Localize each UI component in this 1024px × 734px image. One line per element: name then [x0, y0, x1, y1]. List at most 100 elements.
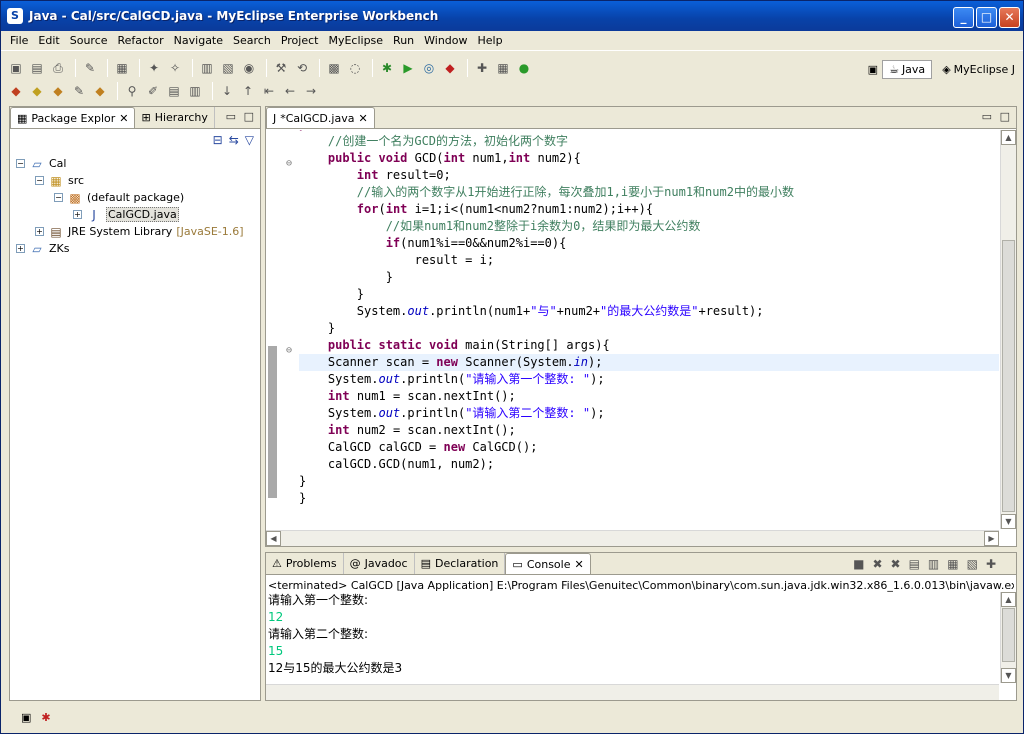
- menu-refactor[interactable]: Refactor: [113, 34, 169, 47]
- tab-console[interactable]: ▭ Console ✕: [505, 553, 591, 574]
- remove-launch-icon[interactable]: ✖: [872, 557, 882, 571]
- globe-icon[interactable]: ◌: [346, 60, 364, 76]
- last-edit-icon[interactable]: ⇤: [260, 83, 278, 99]
- print-icon[interactable]: ⎙: [49, 60, 67, 76]
- coverage-icon[interactable]: ◎: [420, 60, 438, 76]
- prev-annotation-icon[interactable]: ↑: [239, 83, 257, 99]
- new-package-icon[interactable]: ▦: [494, 60, 512, 76]
- new-ejb-icon[interactable]: ◆: [28, 83, 46, 99]
- tab-javadoc[interactable]: @ Javadoc: [344, 553, 415, 574]
- menu-edit[interactable]: Edit: [33, 34, 64, 47]
- scroll-right-icon[interactable]: ▶: [984, 531, 999, 546]
- remove-all-icon[interactable]: ✖: [891, 557, 901, 571]
- title-bar[interactable]: S Java - Cal/src/CalGCD.java - MyEclipse…: [1, 1, 1023, 31]
- expand-toggle-icon[interactable]: +: [73, 210, 82, 219]
- expand-toggle-icon[interactable]: −: [35, 176, 44, 185]
- minimize-view-icon[interactable]: ▭: [982, 110, 992, 123]
- menu-search[interactable]: Search: [228, 34, 276, 47]
- expand-toggle-icon[interactable]: −: [54, 193, 63, 202]
- terminate-icon[interactable]: ■: [853, 557, 864, 571]
- console-vertical-scrollbar[interactable]: ▲ ▼: [1000, 592, 1016, 683]
- tab-declaration[interactable]: ▤ Declaration: [415, 553, 506, 574]
- package-icon[interactable]: ▩: [325, 60, 343, 76]
- expand-toggle-icon[interactable]: +: [35, 227, 44, 236]
- open-type-icon[interactable]: ✦: [145, 60, 163, 76]
- view-menu-icon[interactable]: ▽: [245, 133, 254, 147]
- pin-console-icon[interactable]: ▦: [947, 557, 958, 571]
- pen-icon[interactable]: ✐: [144, 83, 162, 99]
- open-console-icon[interactable]: ✚: [986, 557, 996, 571]
- maximize-button[interactable]: □: [976, 7, 997, 28]
- fold-icon[interactable]: ⊖: [280, 158, 298, 175]
- open-perspective-icon[interactable]: ▣: [868, 63, 878, 76]
- refresh-icon[interactable]: ⟲: [293, 60, 311, 76]
- bug-icon[interactable]: ✱: [41, 711, 50, 724]
- menu-run[interactable]: Run: [388, 34, 419, 47]
- new-wizard-icon[interactable]: ✎: [81, 60, 99, 76]
- deploy-icon[interactable]: ▧: [219, 60, 237, 76]
- tree-item[interactable]: − ▩ (default package): [16, 189, 244, 206]
- close-tab-icon[interactable]: ✕: [574, 558, 583, 571]
- menu-file[interactable]: File: [5, 34, 33, 47]
- open-task-icon[interactable]: ✧: [166, 60, 184, 76]
- scroll-down-icon[interactable]: ▼: [1001, 668, 1016, 683]
- debug-icon[interactable]: ✱: [378, 60, 396, 76]
- console-horizontal-scrollbar[interactable]: [266, 684, 999, 700]
- scroll-thumb[interactable]: [1002, 240, 1015, 512]
- minimize-button[interactable]: _: [953, 7, 974, 28]
- browser-icon[interactable]: ◉: [240, 60, 258, 76]
- scroll-down-icon[interactable]: ▼: [1001, 514, 1016, 529]
- scroll-up-icon[interactable]: ▲: [1001, 592, 1016, 607]
- menu-project[interactable]: Project: [276, 34, 324, 47]
- next-annotation-icon[interactable]: ↓: [218, 83, 236, 99]
- scroll-up-icon[interactable]: ▲: [1001, 130, 1016, 145]
- close-tab-icon[interactable]: ✕: [358, 112, 367, 125]
- new-web-project-icon[interactable]: ◆: [7, 83, 25, 99]
- editor-vertical-scrollbar[interactable]: ▲ ▼: [1000, 130, 1016, 529]
- menu-myeclipse[interactable]: MyEclipse: [323, 34, 388, 47]
- tab-package-explorer[interactable]: ▦ Package Explor ✕: [10, 107, 136, 128]
- close-tab-icon[interactable]: ✕: [119, 112, 128, 125]
- collapse-all-icon[interactable]: ⊟: [213, 133, 223, 147]
- minimize-view-icon[interactable]: ▭: [226, 110, 236, 123]
- tab-calgcd-java[interactable]: J *CalGCD.java ✕: [266, 107, 375, 128]
- menu-help[interactable]: Help: [473, 34, 508, 47]
- server-icon[interactable]: ▥: [198, 60, 216, 76]
- back-icon[interactable]: ←: [281, 83, 299, 99]
- new-class-icon[interactable]: ●: [515, 60, 533, 76]
- menu-window[interactable]: Window: [419, 34, 472, 47]
- expand-toggle-icon[interactable]: +: [16, 244, 25, 253]
- toggle-icon[interactable]: ▤: [165, 83, 183, 99]
- open-folder-icon[interactable]: ◆: [91, 83, 109, 99]
- pin-icon[interactable]: ⚲: [123, 83, 141, 99]
- wizard-icon[interactable]: ✎: [70, 83, 88, 99]
- code-editor[interactable]: ⊖ ⊖ public class CalGCD { //创建一个名为GCD的方法…: [266, 130, 999, 529]
- run-icon[interactable]: ▶: [399, 60, 417, 76]
- fast-view-icon[interactable]: ▣: [21, 711, 31, 724]
- new-ear-icon[interactable]: ◆: [49, 83, 67, 99]
- expand-toggle-icon[interactable]: −: [16, 159, 25, 168]
- tree-item[interactable]: + ▱ ZKs: [16, 240, 244, 257]
- new-icon[interactable]: ▣: [7, 60, 25, 76]
- tree-item[interactable]: − ▦ src: [16, 172, 244, 189]
- new-java-project-icon[interactable]: ✚: [473, 60, 491, 76]
- scroll-left-icon[interactable]: ◀: [266, 531, 281, 546]
- tab-hierarchy[interactable]: ⊞ Hierarchy: [135, 107, 215, 128]
- maximize-view-icon[interactable]: □: [1000, 110, 1010, 123]
- block-icon[interactable]: ▥: [186, 83, 204, 99]
- tool-icon[interactable]: ⚒: [272, 60, 290, 76]
- scroll-lock-icon[interactable]: ▤: [909, 557, 920, 571]
- myeclipse-perspective-button[interactable]: ◈ MyEclipse J: [936, 61, 1021, 78]
- menu-source[interactable]: Source: [65, 34, 113, 47]
- close-button[interactable]: ✕: [999, 7, 1020, 28]
- clear-console-icon[interactable]: ▥: [928, 557, 939, 571]
- tree-item[interactable]: − ▱ Cal: [16, 155, 244, 172]
- tree-item[interactable]: + ▤ JRE System Library [JavaSE-1.6]: [16, 223, 244, 240]
- save-icon[interactable]: ▤: [28, 60, 46, 76]
- menu-navigate[interactable]: Navigate: [169, 34, 228, 47]
- tree-item[interactable]: + J CalGCD.java: [16, 206, 244, 223]
- forward-icon[interactable]: →: [302, 83, 320, 99]
- external-tools-icon[interactable]: ◆: [441, 60, 459, 76]
- java-perspective-button[interactable]: ☕ Java: [882, 59, 933, 79]
- link-editor-icon[interactable]: ⇆: [229, 133, 239, 147]
